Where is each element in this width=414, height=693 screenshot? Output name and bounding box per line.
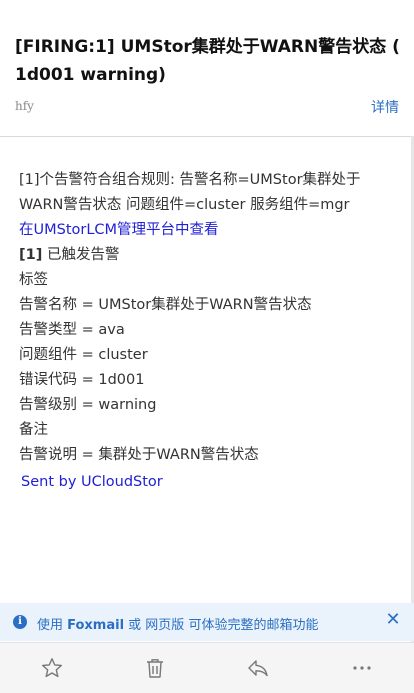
label-severity: 告警级别 = warning: [19, 397, 157, 413]
bottom-toolbar: [0, 642, 414, 693]
email-subject: [FIRING:1] UMStor集群处于WARN警告状态 ( 1d001 wa…: [15, 37, 400, 85]
email-body: [1]个告警符合组合规则: 告警名称=UMStor集群处于WARN警告状态 问题…: [19, 168, 403, 495]
trash-icon[interactable]: [143, 656, 167, 680]
reply-icon[interactable]: [246, 656, 270, 680]
foxmail-banner: i 使用 Foxmail 或 网页版 可体验完整的邮箱功能 ✕: [0, 603, 414, 641]
sender-name[interactable]: hfy: [15, 99, 34, 113]
label-alert-type: 告警类型 = ava: [19, 322, 125, 338]
label-alert-name: 告警名称 = UMStor集群处于WARN警告状态: [19, 297, 312, 313]
star-icon[interactable]: [40, 656, 64, 680]
notes-heading: 备注: [19, 422, 48, 438]
banner-suffix: 或 网页版 可体验完整的邮箱功能: [124, 618, 319, 633]
banner-foxmail[interactable]: Foxmail: [67, 618, 124, 633]
view-in-lcm-link[interactable]: 在UMStorLCM管理平台中查看: [19, 222, 219, 238]
banner-prefix: 使用: [37, 618, 68, 633]
signature: Sent by UCloudStor: [21, 474, 163, 490]
details-link[interactable]: 详情: [371, 97, 399, 117]
labels-heading: 标签: [19, 272, 48, 288]
triggered-text: 已触发告警: [42, 247, 120, 263]
close-icon[interactable]: ✕: [385, 611, 401, 629]
label-component: 问题组件 = cluster: [19, 347, 148, 363]
triggered-count: [1]: [19, 247, 43, 263]
triggered-line: [1] 已触发告警: [19, 243, 403, 268]
label-error-code: 错误代码 = 1d001: [19, 372, 145, 388]
email-header: [FIRING:1] UMStor集群处于WARN警告状态 ( 1d001 wa…: [0, 0, 414, 137]
alert-intro: [1]个告警符合组合规则: 告警名称=UMStor集群处于WARN警告状态 问题…: [19, 172, 361, 213]
more-icon[interactable]: [350, 656, 374, 680]
banner-text: 使用 Foxmail 或 网页版 可体验完整的邮箱功能: [37, 614, 318, 633]
note-description: 告警说明 = 集群处于WARN警告状态: [19, 447, 259, 463]
info-icon: i: [13, 615, 27, 629]
